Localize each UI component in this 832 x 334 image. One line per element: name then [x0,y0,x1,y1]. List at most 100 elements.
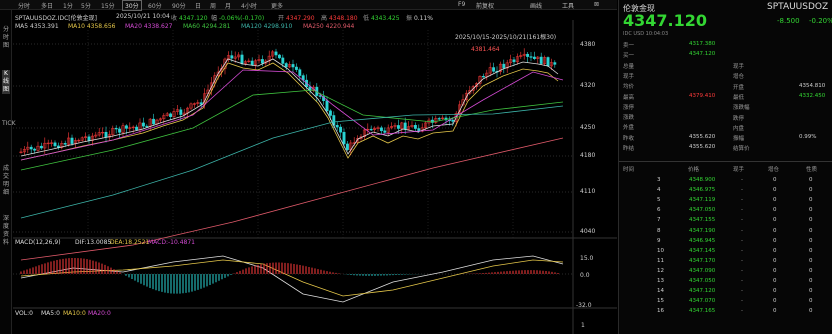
tools-button[interactable]: 工具 [562,1,574,10]
candle-body [369,128,373,131]
tick-time: 8 [657,227,661,234]
quote-label-left: 总量 [623,63,635,70]
quote-value-left: 4355.620 [689,133,716,140]
candle-body [546,57,550,67]
quote-price: 4347.120 [623,11,708,30]
tab-15min[interactable]: 15分 [100,1,116,10]
tab-multiday[interactable]: 多日 [40,1,54,10]
tick-time: 14 [657,288,664,295]
candle-body [274,51,278,56]
tick-qty: - [741,267,743,274]
candle-body [124,125,128,129]
quote-label-right: 最低 [733,94,745,101]
tick-time: 15 [657,298,664,305]
macd-tick-0: 0.0 [580,272,590,279]
macd-dea: DEA:18.2521 [110,239,150,246]
candle-body [403,122,407,130]
tab-intraday[interactable]: 分时 [17,1,31,10]
tick-qty: - [741,247,743,254]
price-tick-4380: 4380 [580,41,596,48]
tick-price: 4347.170 [689,257,716,264]
tick-type: 0 [809,207,813,214]
tick-qty: - [741,207,743,214]
candle-body [492,67,496,72]
tick-time: 13 [657,278,664,284]
candle-body [240,54,244,64]
tick-oi: 0 [773,207,777,214]
price-tick-4180: 4180 [580,152,596,159]
tick-oi: 0 [773,237,777,244]
price-tick-4250: 4250 [580,124,596,131]
dif-line [20,255,564,303]
tick-qty: - [741,257,743,264]
candle-body [53,142,57,147]
tab-more[interactable]: 更多 [270,1,284,10]
tick-type: 0 [809,187,813,194]
tick-time: 7 [657,217,661,224]
candle-body [437,118,441,120]
vol-title: VOL:0 [15,310,33,317]
tab-week[interactable]: 周 [209,1,217,10]
candle-body [230,55,234,59]
tick-type: 0 [809,267,813,274]
candle-body [135,126,139,130]
quote-label-left: 昨收 [623,135,635,142]
sidebar-item-tick[interactable]: TICK [2,120,16,128]
tick-qty: - [741,177,743,183]
tick-qty: - [741,288,743,295]
tick-time: 12 [657,267,664,274]
candle-body [345,143,349,150]
tab-day[interactable]: 日 [194,1,202,10]
macd-title: MACD(12,26,9) [15,239,61,246]
tick-price: 4347.070 [689,298,716,305]
candle-body [532,56,536,59]
tick-price: 4347.050 [689,278,716,284]
candle-body [29,146,33,150]
macd-tick-neg32: -32.0 [576,302,592,309]
tab-90min[interactable]: 90分 [171,1,187,10]
tick-price: 4347.190 [689,227,716,234]
tick-oi: 0 [773,217,777,224]
candle-body [294,66,298,70]
tick-price: 4347.145 [689,247,716,254]
tick-qty: - [741,278,743,284]
tick-qty: - [741,237,743,244]
tab-4hour[interactable]: 4小时 [240,1,258,10]
tab-month[interactable]: 月 [224,1,232,10]
vol-ma10: MA10:0 [63,310,86,317]
ma20-line [20,69,564,161]
kline-chart-area[interactable]: SPTAUUSDOZ.IDC[伦敦金现] 2025/10/21 10:04 收 … [13,10,617,334]
f9-button[interactable]: F9 [458,1,465,8]
candle-body [39,145,43,149]
sidebar-item-timeshare[interactable]: 分时图 [2,26,10,50]
candle-body [396,125,400,129]
tick-type: 0 [809,257,813,264]
tick-price: 4347.090 [689,267,716,274]
vol-ma5: MA5:0 [41,310,60,317]
adjust-button[interactable]: 前复权 [476,1,494,10]
candle-body [539,56,543,64]
sidebar-item-trades[interactable]: 成交明细 [2,165,10,197]
quote-label-right: 振幅 [733,136,745,143]
candle-body [529,56,533,58]
tick-qty: - [741,308,743,315]
sidebar-item-depth[interactable]: 深度资料 [2,215,10,247]
draw-line-button[interactable]: 画线 [530,1,542,10]
vol-ma20: MA20:0 [88,310,111,317]
tick-oi: 0 [773,308,777,315]
sidebar-item-kline[interactable]: K线图 [2,70,10,94]
candlestick-svg [13,20,617,334]
tick-qty: - [741,217,743,224]
tick-type: 0 [809,247,813,254]
candle-body [179,109,183,115]
tab-60min[interactable]: 60分 [147,1,163,10]
close-icon[interactable]: ⊠ [594,1,599,8]
tab-1min[interactable]: 1分 [62,1,74,10]
candle-body [379,127,383,132]
tick-header-type: 性质 [806,167,818,173]
quote-panel: 伦敦金现 SPTAUUSDOZ 4347.120 -8.500 -0.20% I… [618,0,832,334]
tab-5min[interactable]: 5分 [80,1,92,10]
candle-body [114,127,118,130]
quote-label-left: 涨跌 [623,115,635,122]
tick-qty: - [741,298,743,305]
